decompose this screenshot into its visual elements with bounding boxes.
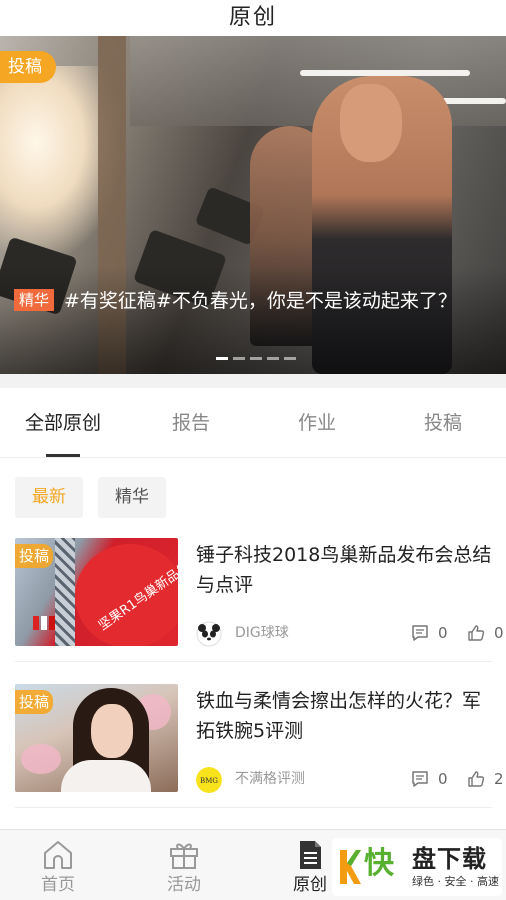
stage-truss [55,538,75,646]
flag [33,616,39,630]
submission-badge: 投稿 [15,544,54,568]
like-icon[interactable] [467,770,485,788]
watermark-logo: 快 盘下载 绿色 · 安全 · 高速 [332,838,502,896]
author-name[interactable]: 不满格评测 [235,769,305,789]
article-item[interactable]: 投稿 铁血与柔情会擦出怎样的火花？军拓铁腕5评测 BMG 不满格评测 0 2 [15,684,504,808]
article-item[interactable]: 坚果R1鸟巢新品发布会 投稿 锤子科技2018鸟巢新品发布会总结与点评 DIG球… [15,538,504,662]
gift-icon [170,843,198,869]
portrait-shirt [61,760,151,792]
carousel-dot[interactable] [250,357,262,360]
banner-carousel[interactable] [0,36,506,374]
article-title: 锤子科技2018鸟巢新品发布会总结与点评 [196,544,492,596]
category-tabs: 全部原创 报告 作业 投稿 [0,388,506,458]
carousel-dots [216,357,296,361]
watermark-slogan: 绿色 · 安全 · 高速 [412,875,499,888]
comment-count: 0 [438,624,448,642]
article-title: 铁血与柔情会擦出怎样的火花？军拓铁腕5评测 [196,690,482,742]
home-icon [44,841,72,869]
comment-icon[interactable] [411,624,429,642]
page-title: 原创 [228,5,277,30]
nav-activities-label: 活动 [167,875,201,895]
carousel-dot[interactable] [267,357,279,360]
tab-reports[interactable]: 报告 [148,408,234,435]
author-name[interactable]: DIG球球 [235,623,289,643]
like-count: 2 [494,770,504,788]
comment-icon[interactable] [411,770,429,788]
document-icon [300,841,321,869]
like-count: 0 [494,624,504,642]
banner-submission-badge: 投稿 [0,51,56,83]
top-bar: 原创 [0,0,506,36]
article-meta: BMG 不满格评测 0 2 [196,766,504,794]
watermark-name: 盘下载 [412,845,487,873]
banner-caption[interactable]: 精华 #有奖征稿#不负春光，你是不是该动起来了？ [14,286,492,316]
article-thumbnail: 投稿 [15,684,178,792]
nav-activities[interactable]: 活动 [144,838,224,896]
filter-chips: 最新 精华 [15,477,166,518]
nav-home[interactable]: 首页 [18,838,98,896]
tab-all-original[interactable]: 全部原创 [20,408,106,435]
article-meta: DIG球球 0 0 [196,620,504,648]
runner-head [340,84,402,162]
bmg-avatar[interactable]: BMG [196,767,222,793]
comment-count: 0 [438,770,448,788]
carousel-dot[interactable] [233,357,245,360]
article-thumbnail: 坚果R1鸟巢新品发布会 投稿 [15,538,178,646]
active-tab-indicator [46,454,80,457]
nav-home-label: 首页 [41,875,75,895]
section-divider [0,374,506,388]
filter-latest[interactable]: 最新 [15,477,83,518]
brand-logo-icon [340,850,361,884]
flag [49,616,55,630]
bmg-avatar-text: BMG [200,777,218,785]
panda-avatar[interactable] [196,621,222,647]
tab-submissions[interactable]: 投稿 [400,408,486,435]
carousel-dot[interactable] [284,357,296,360]
watermark-brand: 快 [364,846,394,881]
carousel-dot[interactable] [216,357,228,360]
featured-tag: 精华 [14,289,55,311]
submission-badge: 投稿 [15,690,54,714]
banner-caption-text: #有奖征稿#不负春光，你是不是该动起来了？ [64,290,457,312]
portrait-face [91,704,133,758]
like-icon[interactable] [467,624,485,642]
filter-featured[interactable]: 精华 [98,477,166,518]
tab-homework[interactable]: 作业 [274,408,360,435]
blossom [21,744,61,774]
flag [41,616,47,630]
